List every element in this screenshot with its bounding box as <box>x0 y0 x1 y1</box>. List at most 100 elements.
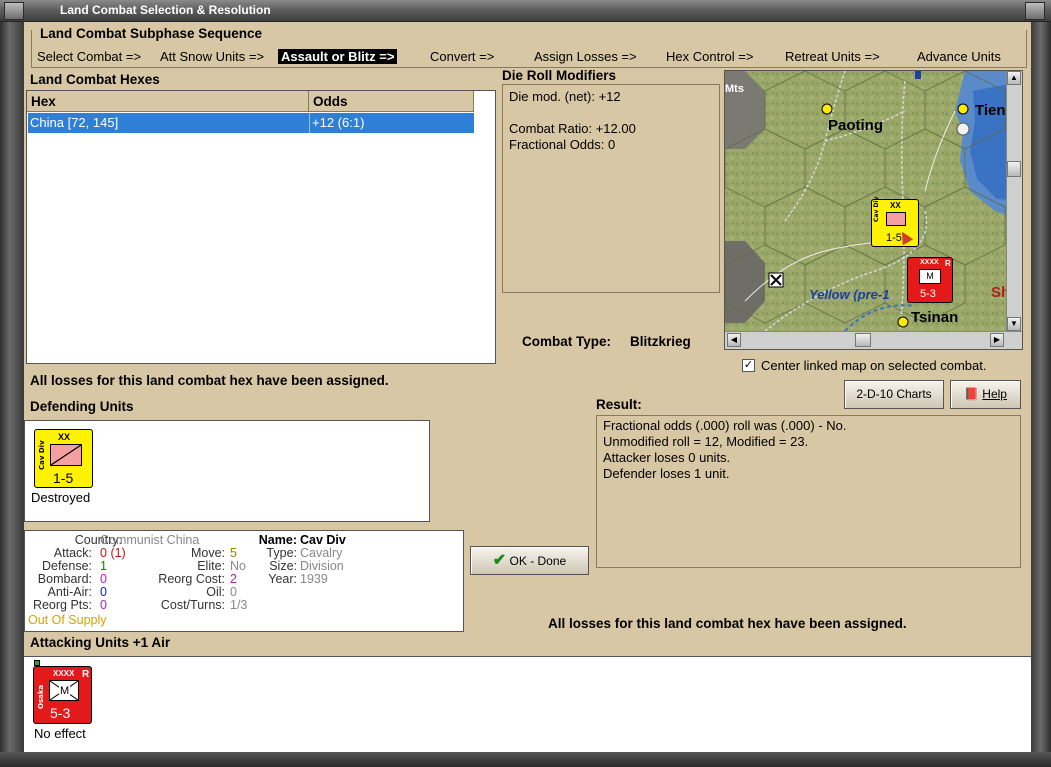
map-label-tien: Tien <box>975 102 1006 119</box>
attacking-units-list[interactable]: XXXX R Osaka M 5-3 No effect <box>24 656 1031 752</box>
result-title: Result: <box>596 397 642 412</box>
defending-unit-status: Destroyed <box>31 490 91 505</box>
map-cav-size: XX <box>890 201 901 210</box>
type-value: Cavalry <box>300 546 343 560</box>
attack-value: 0 (1) <box>100 546 126 560</box>
losses-message-top: All losses for this land combat hex have… <box>30 373 389 388</box>
map-mech-badge: R <box>945 259 951 268</box>
col-header-odds[interactable]: Odds <box>309 91 474 112</box>
die-spacer <box>509 105 713 121</box>
hexes-title: Land Combat Hexes <box>30 72 160 87</box>
window-title: Land Combat Selection & Resolution <box>60 3 271 17</box>
subphase-title: Land Combat Subphase Sequence <box>38 26 265 41</box>
move-label: Move: <box>190 546 225 560</box>
right-frame <box>1031 22 1051 767</box>
phase-assault-or-blitz: Assault or Blitz => <box>278 49 398 64</box>
help-button[interactable]: 📕 Help <box>950 380 1021 409</box>
mech-letter: M <box>59 685 71 697</box>
ok-done-label: OK - Done <box>509 554 567 568</box>
fractional-odds: Fractional Odds: 0 <box>509 137 616 152</box>
type-label: Type: <box>266 546 297 560</box>
combat-ratio: Combat Ratio: +12.00 <box>509 121 636 136</box>
defending-unit-counter[interactable]: XX Cav Div 1-5 <box>34 429 93 488</box>
attack-num: 0 <box>100 546 107 560</box>
scroll-left-icon[interactable]: ◀ <box>727 333 741 347</box>
phase-assign-losses: Assign Losses => <box>534 49 637 64</box>
defending-units-list[interactable]: XX Cav Div 1-5 Destroyed <box>24 420 430 522</box>
reorgpts-label: Reorg Pts: <box>32 598 92 612</box>
hex-cell: China [72, 145] <box>30 115 119 130</box>
result-box: Fractional odds (.000) roll was (.000) -… <box>596 415 1021 568</box>
phase-convert: Convert => <box>430 49 495 64</box>
center-map-checkbox[interactable]: ✓ <box>742 359 755 372</box>
die-title: Die Roll Modifiers <box>502 68 617 83</box>
phase-hex-control: Hex Control => <box>666 49 754 64</box>
map-mech-symbol-icon: M <box>919 269 941 284</box>
defending-unit-strength: 1-5 <box>53 470 74 486</box>
attacking-unit-counter[interactable]: XXXX R Osaka M 5-3 <box>33 666 92 724</box>
oil-label: Oil: <box>206 585 225 599</box>
help-book-icon: 📕 <box>964 387 979 401</box>
cavalry-symbol-icon <box>50 444 82 466</box>
table-row[interactable]: China [72, 145] +12 (6:1) <box>28 113 474 133</box>
scroll-right-icon[interactable]: ▶ <box>990 333 1004 347</box>
die-mod-net: Die mod. (net): +12 <box>509 89 621 104</box>
map-mech-counter[interactable]: XXXX R M 5-3 <box>907 257 953 303</box>
hexes-list[interactable]: Hex Odds China [72, 145] +12 (6:1) <box>26 90 496 364</box>
unit-info-panel: Country: Communist China Attack: 0 (1) D… <box>24 530 464 632</box>
scroll-down-icon[interactable]: ▼ <box>1007 317 1021 331</box>
reorgcost-value: 2 <box>230 572 237 586</box>
defending-unit-side: Cav Div <box>38 440 46 470</box>
system-menu-button[interactable] <box>4 2 24 20</box>
attacking-unit-badge: R <box>82 669 90 680</box>
help-label: Help <box>982 387 1007 401</box>
phase-select-combat: Select Combat => <box>37 49 142 64</box>
year-label: Year: <box>268 572 297 586</box>
costturns-label: Cost/Turns: <box>160 598 225 612</box>
list-filler <box>474 91 495 363</box>
result-line: Fractional odds (.000) roll was (.000) -… <box>603 418 847 433</box>
oil-value: 0 <box>230 585 237 599</box>
die-modifiers-box: Die mod. (net): +12 Combat Ratio: +12.00… <box>502 84 720 293</box>
title-bar[interactable]: Land Combat Selection & Resolution <box>0 0 1051 22</box>
name-label: Name: <box>258 533 297 547</box>
scroll-up-icon[interactable]: ▲ <box>1007 71 1021 85</box>
name-value: Cav Div <box>300 533 346 547</box>
left-frame <box>0 22 24 767</box>
elite-value: No <box>230 559 246 573</box>
attacking-unit-strength: 5-3 <box>50 705 71 721</box>
attacking-unit-status: No effect <box>34 726 86 741</box>
antiair-label: Anti-Air: <box>47 585 92 599</box>
supply-status: Out Of Supply <box>28 613 107 627</box>
map-mech-strength: 5-3 <box>920 288 936 300</box>
linked-map[interactable]: Mts Paoting Tien Yellow (pre-1 Tsinan Sh… <box>724 70 1023 350</box>
vscroll-thumb[interactable] <box>1007 161 1021 177</box>
defending-unit-size: XX <box>58 432 71 442</box>
phase-advance-units: Advance Units <box>917 49 1001 64</box>
map-label-paoting: Paoting <box>828 117 883 134</box>
charts-button[interactable]: 2-D-10 Charts <box>844 380 944 409</box>
ok-done-button[interactable]: ✔ OK - Done <box>470 546 589 575</box>
reorgcost-label: Reorg Cost: <box>158 572 225 586</box>
map-horizontal-scrollbar[interactable]: ◀ ▶ <box>725 331 1022 349</box>
map-vertical-scrollbar[interactable]: ▲ ▼ <box>1006 71 1022 333</box>
result-line: Attacker loses 0 units. <box>603 450 731 465</box>
defense-value: 1 <box>100 559 107 573</box>
map-cav-side: Cav Div <box>873 196 880 222</box>
size-label: Size: <box>269 559 297 573</box>
map-label-yellow: Yellow (pre-1 <box>809 287 890 302</box>
attack-label: Attack: <box>53 546 92 560</box>
close-button[interactable] <box>1025 2 1045 20</box>
odds-cell: +12 (6:1) <box>312 115 365 130</box>
bombard-value: 0 <box>100 572 107 586</box>
col-header-hex[interactable]: Hex <box>27 91 309 112</box>
map-label-tsinan: Tsinan <box>911 309 959 326</box>
combat-type-label: Combat Type: <box>522 334 612 349</box>
attack-mod: (1) <box>110 546 126 560</box>
phase-att-snow-units: Att Snow Units => <box>160 49 265 64</box>
combat-type-value: Blitzkrieg <box>630 334 691 349</box>
hscroll-thumb[interactable] <box>855 333 871 347</box>
losses-message-bottom: All losses for this land combat hex have… <box>548 616 907 631</box>
antiair-value: 0 <box>100 585 107 599</box>
costturns-value: 1/3 <box>230 598 248 612</box>
